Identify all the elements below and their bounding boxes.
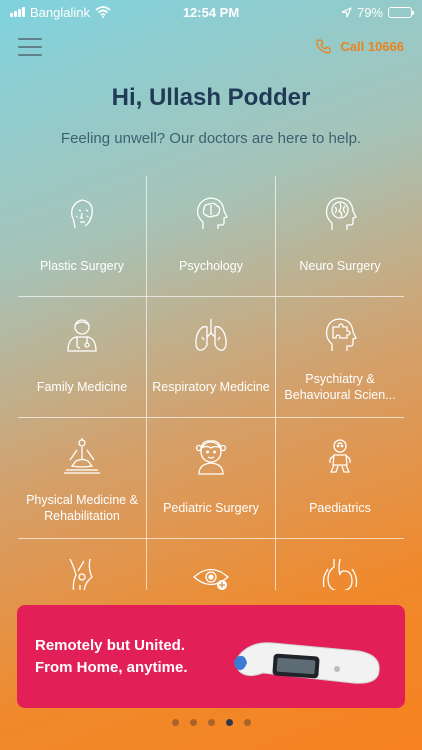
specialty-label: Psychology bbox=[179, 259, 243, 273]
lungs-icon bbox=[195, 319, 227, 351]
brain-icon bbox=[325, 197, 357, 230]
pagination-dot[interactable] bbox=[243, 719, 251, 726]
specialty-label: Pediatric Surgery bbox=[163, 501, 259, 515]
specialty-psychiatry[interactable]: Psychiatry & Behavioural Scien... bbox=[276, 297, 404, 418]
phone-icon bbox=[316, 39, 331, 54]
child-icon bbox=[195, 440, 227, 475]
specialty-gastroenterology[interactable] bbox=[276, 539, 404, 590]
baby-icon bbox=[329, 439, 351, 473]
eye-icon bbox=[193, 568, 229, 590]
specialty-plastic-surgery[interactable]: Plastic Surgery bbox=[18, 176, 146, 297]
battery-percent: 79% bbox=[356, 4, 383, 20]
call-label: Call 10666 bbox=[340, 39, 404, 54]
specialty-label: Paediatrics bbox=[309, 501, 371, 515]
knee-joint-icon bbox=[69, 558, 93, 590]
head-puzzle-icon bbox=[325, 318, 357, 351]
face-icon bbox=[71, 199, 93, 229]
pagination-dot[interactable] bbox=[171, 719, 179, 726]
specialty-grid: Plastic Surgery Psychology Neuro Surgery… bbox=[18, 176, 404, 590]
head-brain-icon bbox=[196, 197, 228, 229]
doctor-icon bbox=[67, 319, 97, 352]
subtitle: Feeling unwell? Our doctors are here to … bbox=[60, 130, 362, 147]
call-button[interactable]: Call 10666 bbox=[315, 38, 404, 55]
specialty-label: Neuro Surgery bbox=[299, 259, 381, 273]
pagination-dots bbox=[0, 719, 422, 726]
yoga-icon bbox=[64, 438, 100, 474]
status-bar: Banglalink 12:54 PM 79% bbox=[0, 0, 422, 24]
signal-icon bbox=[10, 7, 25, 17]
battery-group: 79% bbox=[341, 4, 414, 20]
banner-line-2: From Home, anytime. bbox=[35, 659, 188, 676]
carrier-name: Banglalink bbox=[30, 4, 90, 20]
specialty-physical-medicine[interactable]: Physical Medicine & Rehabilitation bbox=[18, 418, 146, 539]
thermometer-image bbox=[234, 642, 380, 684]
menu-icon[interactable] bbox=[18, 38, 42, 56]
specialty-label: Plastic Surgery bbox=[39, 259, 125, 273]
wifi-icon bbox=[95, 6, 111, 18]
promo-banner[interactable]: Remotely but United. From Home, anytime. bbox=[17, 605, 405, 708]
pagination-dot[interactable] bbox=[207, 719, 215, 726]
specialty-paediatrics[interactable]: Paediatrics bbox=[276, 418, 404, 539]
location-arrow-icon bbox=[341, 6, 352, 18]
specialty-label: Psychiatry & Behavioural Scien... bbox=[284, 372, 396, 402]
specialty-neuro-surgery[interactable]: Neuro Surgery bbox=[276, 176, 404, 297]
specialty-pediatric-surgery[interactable]: Pediatric Surgery bbox=[147, 418, 275, 539]
specialty-label: Family Medicine bbox=[36, 380, 128, 394]
specialty-psychology[interactable]: Psychology bbox=[147, 176, 275, 297]
pagination-dot[interactable] bbox=[225, 719, 233, 726]
banner-text: Remotely but United. From Home, anytime. bbox=[35, 635, 188, 679]
specialty-ophthalmology[interactable] bbox=[147, 539, 275, 590]
specialty-family-medicine[interactable]: Family Medicine bbox=[18, 297, 146, 418]
greeting-title: Hi, Ullash Podder bbox=[111, 84, 311, 111]
specialty-label: Physical Medicine & Rehabilitation bbox=[26, 493, 138, 523]
stomach-icon bbox=[322, 558, 358, 590]
specialty-label: Respiratory Medicine bbox=[152, 380, 270, 394]
banner-line-1: Remotely but United. bbox=[35, 637, 186, 654]
pagination-dot[interactable] bbox=[189, 719, 197, 726]
carrier-group: Banglalink bbox=[10, 5, 111, 20]
battery-icon bbox=[388, 6, 414, 18]
specialty-respiratory-medicine[interactable]: Respiratory Medicine bbox=[147, 297, 275, 418]
specialty-orthopedics[interactable] bbox=[18, 539, 146, 590]
